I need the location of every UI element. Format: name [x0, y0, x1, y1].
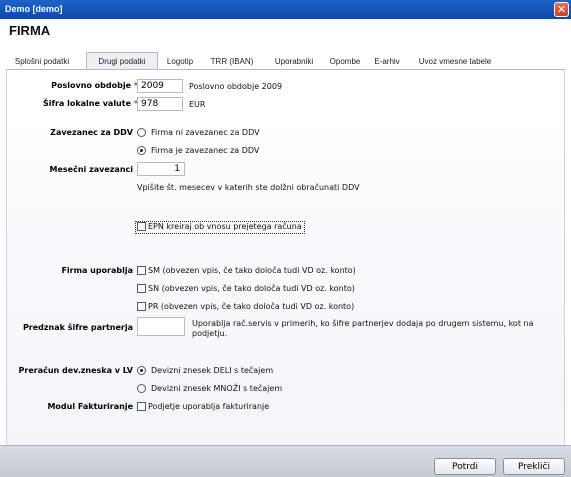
currency-description: EUR [189, 100, 206, 109]
monthly-hint: Vpišite št. mesecev v katerih ste dolžni… [137, 183, 360, 192]
header-area: FIRMA Splošni podatki Drugi podatki Logo… [0, 19, 571, 69]
form-panel: Poslovno obdobje * 2009 Poslovno obdobje… [6, 70, 565, 445]
uses-sm-checkbox[interactable] [137, 266, 146, 275]
conversion-label: Preračun dev.zneska v LV [18, 366, 133, 375]
tab-drugi-podatki[interactable]: Drugi podatki [86, 52, 158, 69]
uses-pr-checkbox[interactable] [137, 302, 146, 311]
uses-sn-checkbox[interactable] [137, 284, 146, 293]
close-icon[interactable]: ✕ [554, 2, 569, 17]
confirm-button[interactable]: Potrdi [434, 458, 496, 475]
tab-logotip[interactable]: Logotip [161, 54, 199, 69]
window-title: Demo [demo] [5, 4, 63, 14]
tab-uvoz-vmesne-tabele[interactable]: Uvoz vmesne tabele [410, 54, 500, 69]
currency-input[interactable]: 978 [137, 97, 183, 111]
conversion-divide-radio[interactable] [137, 366, 146, 375]
uses-pr-label: PR (obvezen vpis, če tako določa tudi VD… [148, 302, 355, 311]
prefix-hint-line1: Uporablja rač.servis v primerih, ko šifr… [192, 319, 534, 328]
tab-opombe[interactable]: Opombe [324, 54, 366, 69]
prefix-hint-line2: podjetju. [192, 329, 228, 338]
invoicing-label: Modul Fakturiranje [47, 402, 133, 411]
tab-uporabniki[interactable]: Uporabniki [266, 54, 322, 69]
vat-payer-label: Firma je zavezanec za DDV [151, 146, 260, 155]
prefix-label: Predznak šifre partnerja [22, 323, 133, 332]
tab-splosni-podatki[interactable]: Splošni podatki [6, 54, 78, 69]
tab-e-arhiv[interactable]: E-arhiv [368, 54, 406, 69]
period-description: Poslovno obdobje 2009 [189, 82, 283, 91]
firm-title: FIRMA [9, 23, 51, 38]
uses-label: Firma uporablja [61, 266, 133, 275]
prefix-input[interactable] [137, 317, 185, 336]
uses-sn-label: SN (obvezen vpis, če tako določa tudi VD… [148, 284, 355, 293]
vat-label: Zavezanec za DDV [50, 128, 133, 137]
vat-not-payer-radio[interactable] [137, 128, 146, 137]
period-input[interactable]: 2009 [137, 79, 183, 93]
window-titlebar: Demo [demo] ✕ [0, 0, 571, 19]
conversion-multiply-label: Devizni znesek MNOŽI s tečajem [151, 384, 283, 393]
monthly-label: Mesečni zavezanci [49, 165, 133, 174]
conversion-divide-label: Devizni znesek DELI s tečajem [151, 366, 274, 375]
vat-not-payer-label: Firma ni zavezanec za DDV [151, 128, 260, 137]
epn-label: EPN kreiraj ob vnosu prejetega računa [148, 222, 302, 231]
uses-sm-label: SM (obvezen vpis, če tako določa tudi VD… [148, 266, 356, 275]
conversion-multiply-radio[interactable] [137, 384, 146, 393]
tab-trr-iban[interactable]: TRR (IBAN) [204, 54, 260, 69]
monthly-input[interactable]: 1 [137, 162, 185, 176]
invoicing-option-label: Podjetje uporablja fakturiranje [148, 402, 270, 411]
invoicing-checkbox[interactable] [137, 402, 146, 411]
epn-checkbox[interactable] [137, 222, 146, 231]
period-label: Poslovno obdobje * [51, 81, 138, 90]
vat-payer-radio[interactable] [137, 146, 146, 155]
dialog-footer: Potrdi Prekliči [0, 445, 571, 477]
cancel-button[interactable]: Prekliči [503, 458, 565, 475]
currency-label: Šifra lokalne valute * [42, 99, 138, 108]
